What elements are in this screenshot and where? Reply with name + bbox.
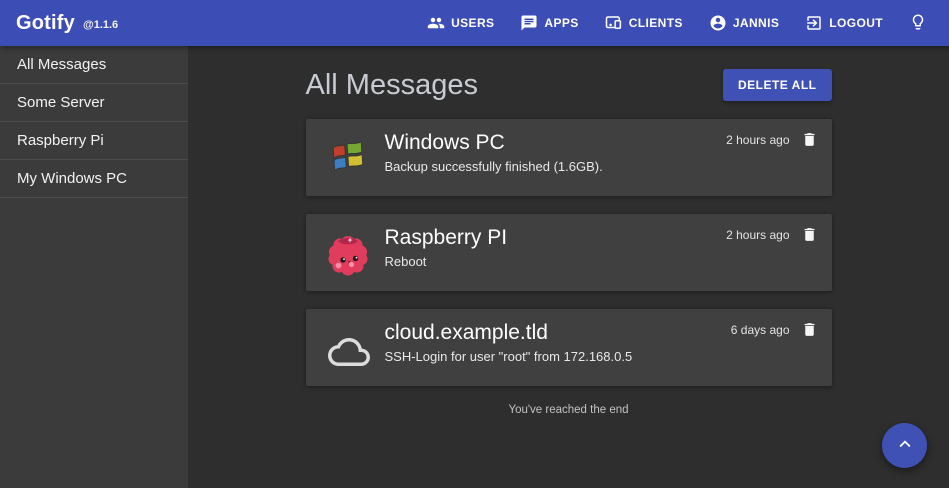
cloud-icon bbox=[328, 327, 368, 367]
message-card: Raspberry PI Reboot 2 hours ago bbox=[306, 214, 832, 291]
trash-icon bbox=[801, 226, 818, 246]
message-title: Windows PC bbox=[385, 130, 682, 156]
message-body: Reboot bbox=[385, 254, 682, 269]
message-body: SSH-Login for user "root" from 172.168.0… bbox=[385, 349, 682, 364]
delete-message-button[interactable] bbox=[801, 321, 818, 341]
trash-icon bbox=[801, 131, 818, 151]
users-icon bbox=[427, 14, 445, 32]
sidebar-item-label: Some Server bbox=[17, 94, 105, 111]
message-title: cloud.example.tld bbox=[385, 320, 682, 346]
sidebar-item-label: All Messages bbox=[17, 56, 106, 73]
raspberry-logo-icon bbox=[324, 228, 372, 276]
message-title: Raspberry PI bbox=[385, 225, 682, 251]
message-body: Backup successfully finished (1.6GB). bbox=[385, 159, 682, 174]
end-of-list-text: You've reached the end bbox=[306, 404, 832, 416]
nav-logout[interactable]: LOGOUT bbox=[797, 8, 891, 38]
nav-label: CLIENTS bbox=[629, 16, 683, 30]
app-version: @1.1.6 bbox=[83, 19, 118, 31]
delete-message-button[interactable] bbox=[801, 226, 818, 246]
delete-all-button[interactable]: DELETE ALL bbox=[723, 69, 832, 101]
sidebar-item-all-messages[interactable]: All Messages bbox=[0, 46, 188, 84]
apps-icon bbox=[520, 14, 538, 32]
main-area: All Messages DELETE ALL Windows PC Backu… bbox=[188, 46, 949, 488]
message-timestamp: 2 hours ago bbox=[726, 133, 789, 147]
nav-clients[interactable]: CLIENTS bbox=[597, 8, 691, 38]
logout-icon bbox=[805, 14, 823, 32]
message-card: Windows PC Backup successfully finished … bbox=[306, 119, 832, 196]
chevron-up-icon bbox=[894, 433, 916, 458]
trash-icon bbox=[801, 321, 818, 341]
message-card: cloud.example.tld SSH-Login for user "ro… bbox=[306, 309, 832, 386]
sidebar-item-label: My Windows PC bbox=[17, 170, 127, 187]
header-nav: USERS APPS CLIENTS JANNIS LOGOUT bbox=[419, 7, 933, 40]
nav-label: LOGOUT bbox=[829, 16, 883, 30]
app-header: Gotify @1.1.6 USERS APPS CLIENTS JANNIS … bbox=[0, 0, 949, 46]
sidebar-item-my-windows-pc[interactable]: My Windows PC bbox=[0, 160, 188, 198]
app-title: Gotify bbox=[16, 12, 75, 35]
sidebar: All Messages Some Server Raspberry Pi My… bbox=[0, 46, 188, 488]
sidebar-item-label: Raspberry Pi bbox=[17, 132, 104, 149]
account-icon bbox=[709, 14, 727, 32]
nav-label: APPS bbox=[544, 16, 578, 30]
page-title: All Messages bbox=[306, 69, 478, 102]
nav-apps[interactable]: APPS bbox=[512, 8, 586, 38]
scroll-to-top-button[interactable] bbox=[882, 423, 927, 468]
message-timestamp: 2 hours ago bbox=[726, 228, 789, 242]
lightbulb-icon bbox=[909, 13, 927, 34]
sidebar-item-some-server[interactable]: Some Server bbox=[0, 84, 188, 122]
delete-message-button[interactable] bbox=[801, 131, 818, 151]
nav-users[interactable]: USERS bbox=[419, 8, 502, 38]
message-timestamp: 6 days ago bbox=[731, 323, 790, 337]
windows-logo-icon bbox=[328, 137, 368, 177]
nav-label: USERS bbox=[451, 16, 494, 30]
clients-icon bbox=[605, 14, 623, 32]
nav-current-user[interactable]: JANNIS bbox=[701, 8, 787, 38]
nav-label: JANNIS bbox=[733, 16, 779, 30]
sidebar-item-raspberry-pi[interactable]: Raspberry Pi bbox=[0, 122, 188, 160]
theme-toggle-button[interactable] bbox=[903, 7, 933, 40]
